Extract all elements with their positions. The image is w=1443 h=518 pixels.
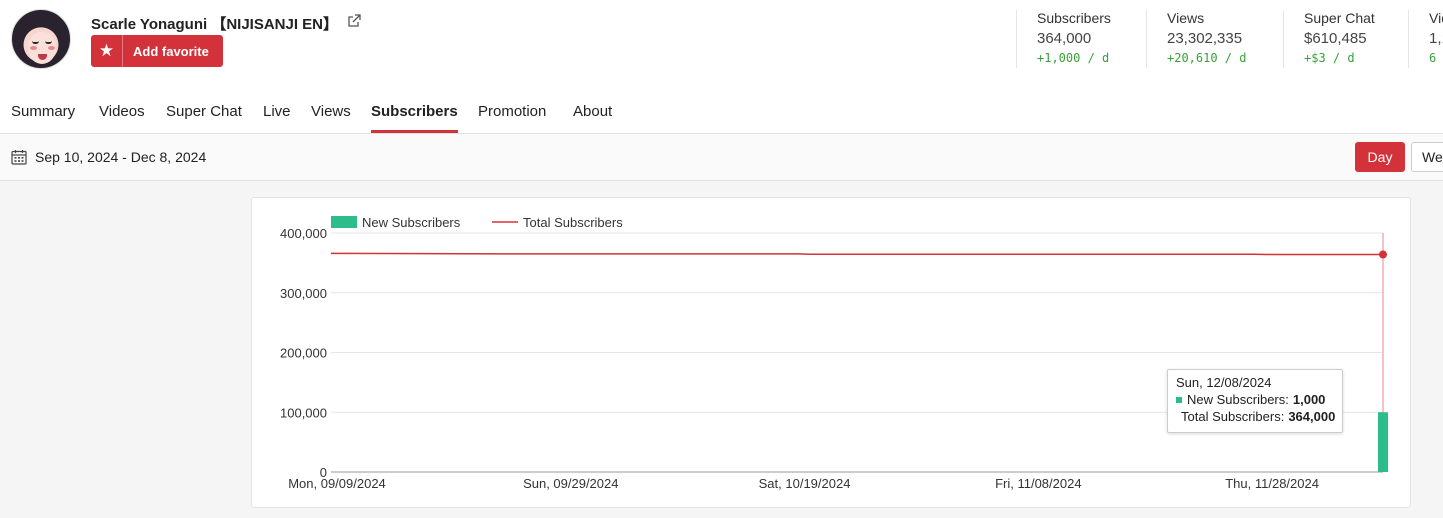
subscribers-chart-card: 400,000 300,000 200,000 100,000 0 Mon, 09/09/… [251, 197, 1411, 508]
add-favorite-label: Add favorite [133, 43, 209, 59]
stat-value: 364,000 [1037, 30, 1092, 47]
x-tick-label: Sat, 10/19/2024 [759, 476, 851, 491]
date-range-picker[interactable]: Sep 10, 2024 - Dec 8, 2024 [35, 149, 206, 165]
x-tick-label: Thu, 11/28/2024 [1225, 476, 1319, 491]
legend-label-new-subscribers: New Subscribers [362, 215, 461, 230]
calendar-icon[interactable] [11, 149, 27, 165]
tab-views[interactable]: Views [311, 103, 351, 120]
week-button[interactable]: Week [1411, 142, 1443, 172]
tooltip-total-value: 364,000 [1288, 409, 1336, 424]
subscribers-chart: 400,000300,000200,000100,0000Mon, 09/09/… [280, 215, 1388, 491]
stat-delta: +1,000 / d [1037, 51, 1110, 65]
tooltip-total-label: Total Subscribers: [1181, 409, 1285, 424]
y-tick-label: 300,000 [280, 286, 327, 301]
stat-label: Super Chat [1304, 10, 1375, 26]
tab-promotion[interactable]: Promotion [478, 103, 546, 120]
tooltip-new-value: 1,000 [1292, 392, 1326, 407]
tooltip-new-label: New Subscribers: [1187, 392, 1289, 407]
tab-subscribers[interactable]: Subscribers [371, 103, 458, 120]
stat-value: $610,485 [1304, 30, 1367, 47]
tooltip-date: Sun, 12/08/2024 [1176, 375, 1272, 390]
y-tick-label: 100,000 [280, 405, 327, 420]
stat-views: Views 23,302,335 +20,610 / d [1146, 10, 1283, 68]
tooltip-new-swatch [1176, 396, 1182, 403]
y-tick-label: 200,000 [280, 346, 327, 361]
stat-delta: +$3 / d [1304, 51, 1355, 65]
external-link-icon[interactable] [347, 14, 361, 28]
tab-summary[interactable]: Summary [11, 103, 75, 120]
main-content: 400,000 300,000 200,000 100,000 0 Mon, 09/09/… [0, 181, 1443, 518]
date-bar: Sep 10, 2024 - Dec 8, 2024 Day Week [0, 134, 1443, 181]
point-total-subscribers [1379, 250, 1387, 259]
star-icon: ★ [91, 35, 123, 67]
stat-delta: +20,610 / d [1167, 51, 1247, 65]
stat-videos: Vid 1,1 6 [1408, 10, 1443, 68]
stat-subscribers: Subscribers 364,000 +1,000 / d [1016, 10, 1146, 68]
bar-new-subscribers [1378, 412, 1388, 472]
stat-label: Views [1167, 10, 1205, 26]
tab-videos[interactable]: Videos [99, 103, 145, 120]
tab-live[interactable]: Live [263, 103, 291, 120]
legend-label-total-subscribers: Total Subscribers [523, 215, 623, 230]
y-tick-label: 400,000 [280, 226, 327, 241]
channel-avatar[interactable] [11, 9, 71, 69]
add-favorite-button[interactable]: ★ Add favorite [91, 35, 223, 67]
x-tick-label: Sun, 09/29/2024 [523, 476, 618, 491]
line-total-subscribers [330, 252, 1383, 256]
x-tick-label: Mon, 09/09/2024 [288, 476, 386, 491]
stat-value: 1,1 [1429, 30, 1443, 47]
active-tab-indicator [371, 130, 458, 133]
channel-tabs: Summary Videos Super Chat Live Views Sub… [0, 92, 1443, 134]
chart-tooltip: Sun, 12/08/2024 New Subscribers: 1,000 T… [1167, 369, 1343, 433]
day-button[interactable]: Day [1355, 142, 1405, 172]
tab-super-chat[interactable]: Super Chat [166, 103, 242, 120]
stat-value: 23,302,335 [1167, 30, 1243, 47]
stat-label: Subscribers [1037, 10, 1111, 26]
channel-header: Scarle Yonaguni 【NIJISANJI EN】 ★ Add fav… [0, 0, 1443, 92]
tab-about[interactable]: About [573, 103, 612, 120]
stat-super-chat: Super Chat $610,485 +$3 / d [1283, 10, 1408, 68]
stat-delta: 6 [1429, 51, 1437, 65]
x-tick-label: Fri, 11/08/2024 [995, 476, 1081, 491]
channel-name: Scarle Yonaguni 【NIJISANJI EN】 [91, 16, 339, 33]
stat-label: Vid [1429, 10, 1443, 26]
legend-swatch-new-subscribers [331, 216, 357, 228]
